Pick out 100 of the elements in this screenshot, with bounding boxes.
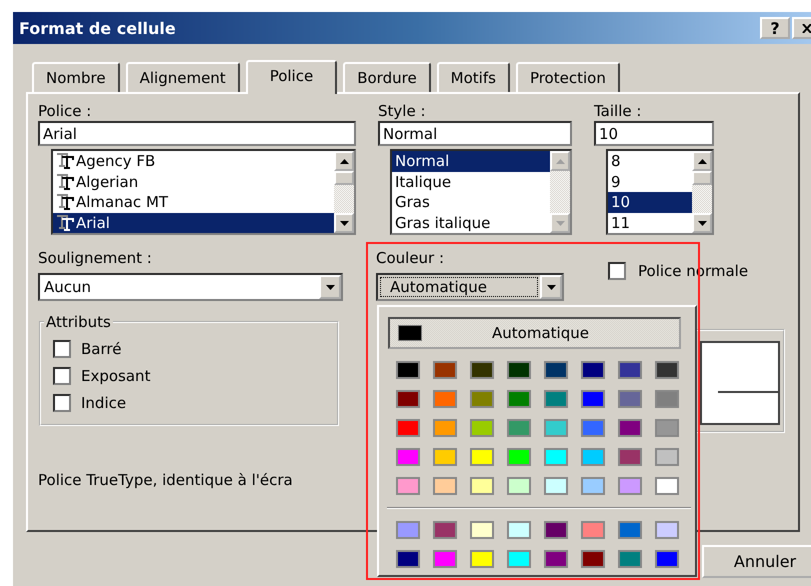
color-swatch[interactable]: [581, 419, 605, 437]
color-swatch[interactable]: [507, 448, 531, 466]
help-button[interactable]: ?: [760, 17, 790, 39]
list-item[interactable]: 10: [608, 192, 692, 212]
color-swatch[interactable]: [433, 521, 457, 539]
field-label: Police :: [38, 102, 92, 121]
color-swatch[interactable]: [618, 448, 642, 466]
color-swatch[interactable]: [470, 390, 494, 408]
color-swatch[interactable]: [581, 550, 605, 568]
color-swatch[interactable]: [655, 448, 679, 466]
list-item[interactable]: 9: [608, 172, 692, 192]
color-dropdown[interactable]: Automatique: [376, 273, 564, 301]
color-swatch[interactable]: [544, 521, 568, 539]
color-swatch[interactable]: [618, 477, 642, 495]
color-swatch[interactable]: [618, 521, 642, 539]
color-swatch[interactable]: [507, 419, 531, 437]
input-field[interactable]: Arial: [38, 121, 356, 146]
color-swatch[interactable]: [507, 390, 531, 408]
color-swatch[interactable]: [396, 521, 420, 539]
color-swatch[interactable]: [655, 477, 679, 495]
caret-icon: [326, 284, 334, 290]
color-swatch[interactable]: [581, 390, 605, 408]
up-arrow-icon: [698, 158, 706, 164]
color-swatch[interactable]: [396, 390, 420, 408]
color-swatch[interactable]: [655, 390, 679, 408]
color-swatch[interactable]: [470, 419, 494, 437]
color-swatch[interactable]: [433, 550, 457, 568]
color-swatch[interactable]: [544, 390, 568, 408]
tab[interactable]: Protection: [516, 62, 620, 92]
cancel-button[interactable]: Annuler: [702, 545, 811, 578]
color-swatch[interactable]: [618, 550, 642, 568]
field-label: Soulignement :: [38, 249, 153, 268]
color-swatch[interactable]: [544, 448, 568, 466]
list-item[interactable]: Agency FB: [53, 151, 334, 172]
checkbox[interactable]: [53, 366, 71, 384]
color-swatch[interactable]: [507, 521, 531, 539]
color-swatch[interactable]: [544, 419, 568, 437]
color-swatch[interactable]: [433, 361, 457, 379]
color-swatch[interactable]: [396, 448, 420, 466]
tab[interactable]: Motifs: [436, 62, 510, 92]
color-swatch[interactable]: [544, 361, 568, 379]
list-item[interactable]: Almanac MT: [53, 192, 334, 212]
list-item[interactable]: Italique: [392, 172, 550, 192]
color-swatch[interactable]: [581, 521, 605, 539]
color-swatch[interactable]: [470, 477, 494, 495]
truetype-icon: [56, 214, 74, 231]
color-swatch[interactable]: [581, 477, 605, 495]
checkbox[interactable]: [608, 262, 626, 280]
list-item[interactable]: Arial: [53, 212, 334, 233]
color-swatch[interactable]: [470, 521, 494, 539]
color-swatch[interactable]: [433, 448, 457, 466]
color-swatch[interactable]: [470, 550, 494, 568]
list-item[interactable]: Algerian: [53, 172, 334, 192]
color-swatch[interactable]: [581, 448, 605, 466]
color-swatch[interactable]: [507, 550, 531, 568]
color-swatch[interactable]: [618, 390, 642, 408]
input-field[interactable]: 10: [594, 121, 714, 146]
color-swatch[interactable]: [544, 477, 568, 495]
automatic-color-button[interactable]: Automatique: [388, 317, 681, 349]
color-swatch[interactable]: [507, 477, 531, 495]
color-swatch[interactable]: [396, 361, 420, 379]
color-swatch[interactable]: [396, 550, 420, 568]
list-item[interactable]: Normal: [392, 151, 550, 172]
color-swatch[interactable]: [433, 419, 457, 437]
color-swatch[interactable]: [655, 521, 679, 539]
color-swatch[interactable]: [433, 477, 457, 495]
tab[interactable]: Bordure: [343, 62, 431, 92]
input-field[interactable]: Normal: [378, 121, 572, 146]
tab[interactable]: Alignement: [126, 62, 240, 92]
color-swatch[interactable]: [433, 390, 457, 408]
list-item[interactable]: Gras italique: [392, 212, 550, 233]
color-swatch[interactable]: [396, 419, 420, 437]
color-swatch[interactable]: [655, 419, 679, 437]
list-item[interactable]: 11: [608, 212, 692, 233]
color-swatch[interactable]: [470, 361, 494, 379]
field-label: Style :: [378, 102, 426, 121]
color-swatch[interactable]: [396, 477, 420, 495]
tab[interactable]: Nombre: [32, 62, 120, 92]
scrollbar[interactable]: [334, 151, 354, 233]
color-swatch[interactable]: [544, 550, 568, 568]
checkbox[interactable]: [53, 394, 71, 412]
down-arrow-icon: [340, 220, 348, 226]
window-title: Format de cellule: [19, 18, 176, 38]
list-item[interactable]: Gras: [392, 192, 550, 212]
color-swatch[interactable]: [618, 361, 642, 379]
checkbox[interactable]: [53, 340, 71, 358]
color-swatch[interactable]: [507, 361, 531, 379]
scrollbar[interactable]: [692, 151, 712, 233]
scroll-thumb[interactable]: [692, 171, 712, 185]
color-swatch[interactable]: [581, 361, 605, 379]
color-swatch[interactable]: [618, 419, 642, 437]
color-swatch[interactable]: [655, 550, 679, 568]
color-swatch[interactable]: [470, 448, 494, 466]
truetype-icon: [56, 174, 74, 190]
list-item[interactable]: 8: [608, 151, 692, 172]
down-arrow-icon: [698, 220, 706, 226]
underline-dropdown[interactable]: Aucun: [38, 273, 343, 301]
scroll-thumb[interactable]: [334, 171, 354, 185]
tab[interactable]: Police: [246, 60, 338, 94]
color-swatch[interactable]: [655, 361, 679, 379]
